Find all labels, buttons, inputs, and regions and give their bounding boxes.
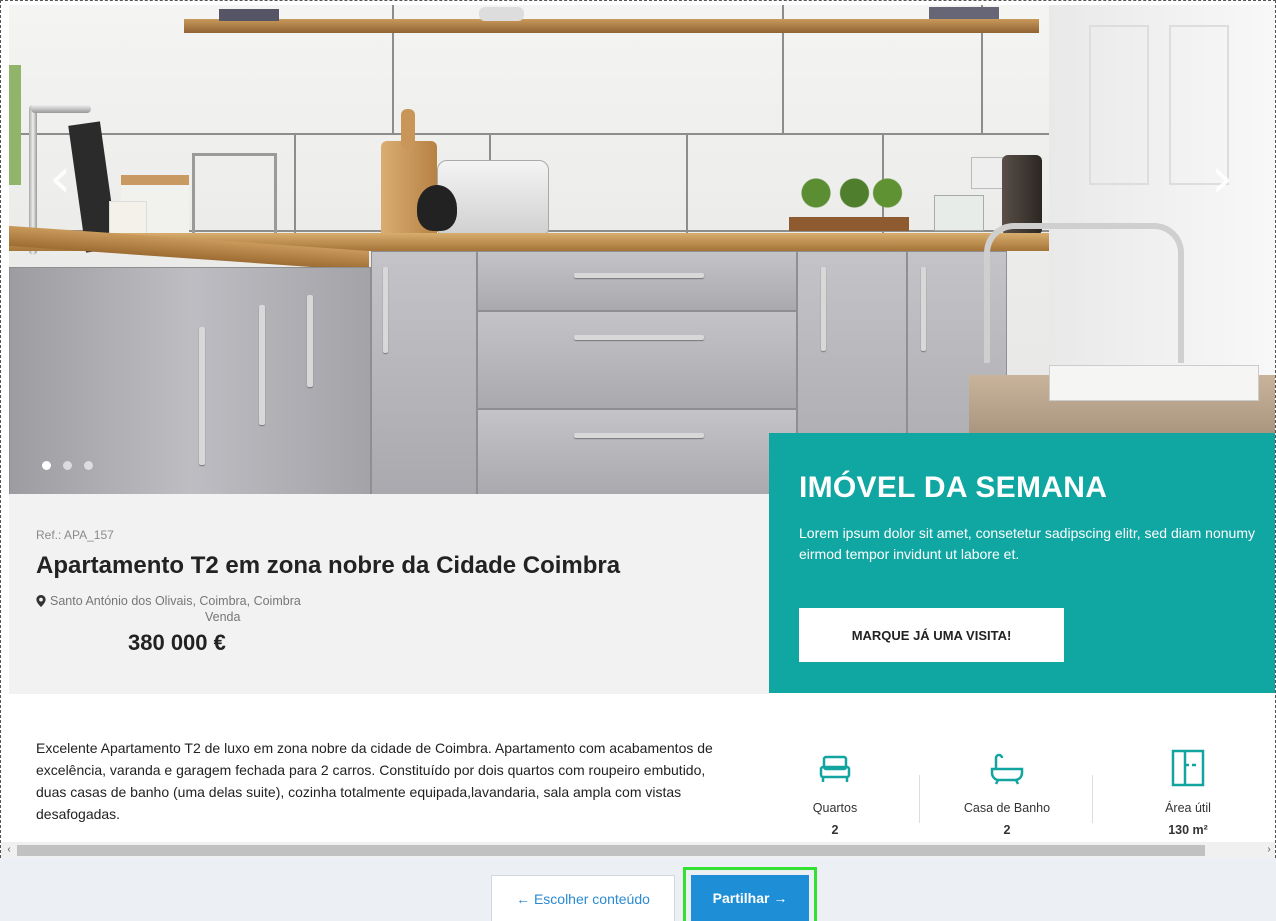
- carousel-dot-1[interactable]: [42, 461, 51, 470]
- carousel-dot-3[interactable]: [84, 461, 93, 470]
- scroll-right-button[interactable]: ›: [1263, 843, 1275, 857]
- feature-bathrooms: Casa de Banho 2: [947, 749, 1067, 837]
- divider: [1092, 775, 1093, 823]
- featured-property-panel: IMÓVEL DA SEMANA Lorem ipsum dolor sit a…: [769, 433, 1275, 693]
- scroll-left-button[interactable]: ‹: [3, 843, 15, 857]
- bottom-action-bar: ← Escolher conteúdo Partilhar →: [0, 858, 1276, 921]
- preview-frame: ‹ › Ref.: APA_157 Apartamento T2 em zona…: [0, 0, 1276, 858]
- listing-price: 380 000 €: [128, 630, 226, 655]
- share-button-highlight: Partilhar →: [683, 867, 817, 921]
- promo-title: IMÓVEL DA SEMANA: [799, 471, 1108, 504]
- floorplan-icon: [1171, 749, 1205, 787]
- listing-type: Venda: [205, 610, 241, 624]
- listing-location-text: Santo António dos Olivais, Coimbra, Coim…: [50, 594, 301, 608]
- feature-value: 2: [1003, 823, 1011, 837]
- carousel-prev-button[interactable]: ‹: [49, 151, 73, 207]
- choose-content-button[interactable]: ← Escolher conteúdo: [491, 875, 675, 921]
- feature-label: Área útil: [1165, 801, 1211, 815]
- bed-icon: [819, 755, 851, 782]
- promo-text: Lorem ipsum dolor sit amet, consetetur s…: [799, 525, 1255, 562]
- bathtub-icon: [990, 753, 1024, 785]
- listing-ref: Ref.: APA_157: [36, 528, 114, 542]
- feature-value: 2: [831, 823, 839, 837]
- divider: [919, 775, 920, 823]
- listing-location: Santo António dos Olivais, Coimbra, Coim…: [36, 594, 301, 608]
- feature-label: Casa de Banho: [963, 801, 1051, 815]
- map-pin-icon: [36, 595, 46, 607]
- feature-bedrooms: Quartos 2: [775, 749, 895, 837]
- feature-label: Quartos: [812, 801, 858, 815]
- carousel-pagination: [42, 461, 93, 470]
- listing-title: Apartamento T2 em zona nobre da Cidade C…: [36, 552, 621, 579]
- listing-summary: Ref.: APA_157 Apartamento T2 em zona nob…: [9, 494, 769, 694]
- listing-description: Excelente Apartamento T2 de luxo em zona…: [36, 740, 713, 822]
- carousel-dot-2[interactable]: [63, 461, 72, 470]
- schedule-visit-button[interactable]: MARQUE JÁ UMA VISITA!: [799, 608, 1064, 662]
- scrollbar-thumb[interactable]: [17, 845, 1205, 856]
- carousel-next-button[interactable]: ›: [1211, 151, 1235, 207]
- scrollbar-track[interactable]: [17, 845, 1261, 856]
- feature-area: Área útil 130 m²: [1128, 749, 1248, 837]
- horizontal-scrollbar[interactable]: ‹ ›: [1, 842, 1275, 858]
- share-button[interactable]: Partilhar →: [691, 875, 809, 921]
- hero-image-carousel: ‹ ›: [9, 5, 1275, 494]
- feature-value: 130 m²: [1168, 823, 1208, 837]
